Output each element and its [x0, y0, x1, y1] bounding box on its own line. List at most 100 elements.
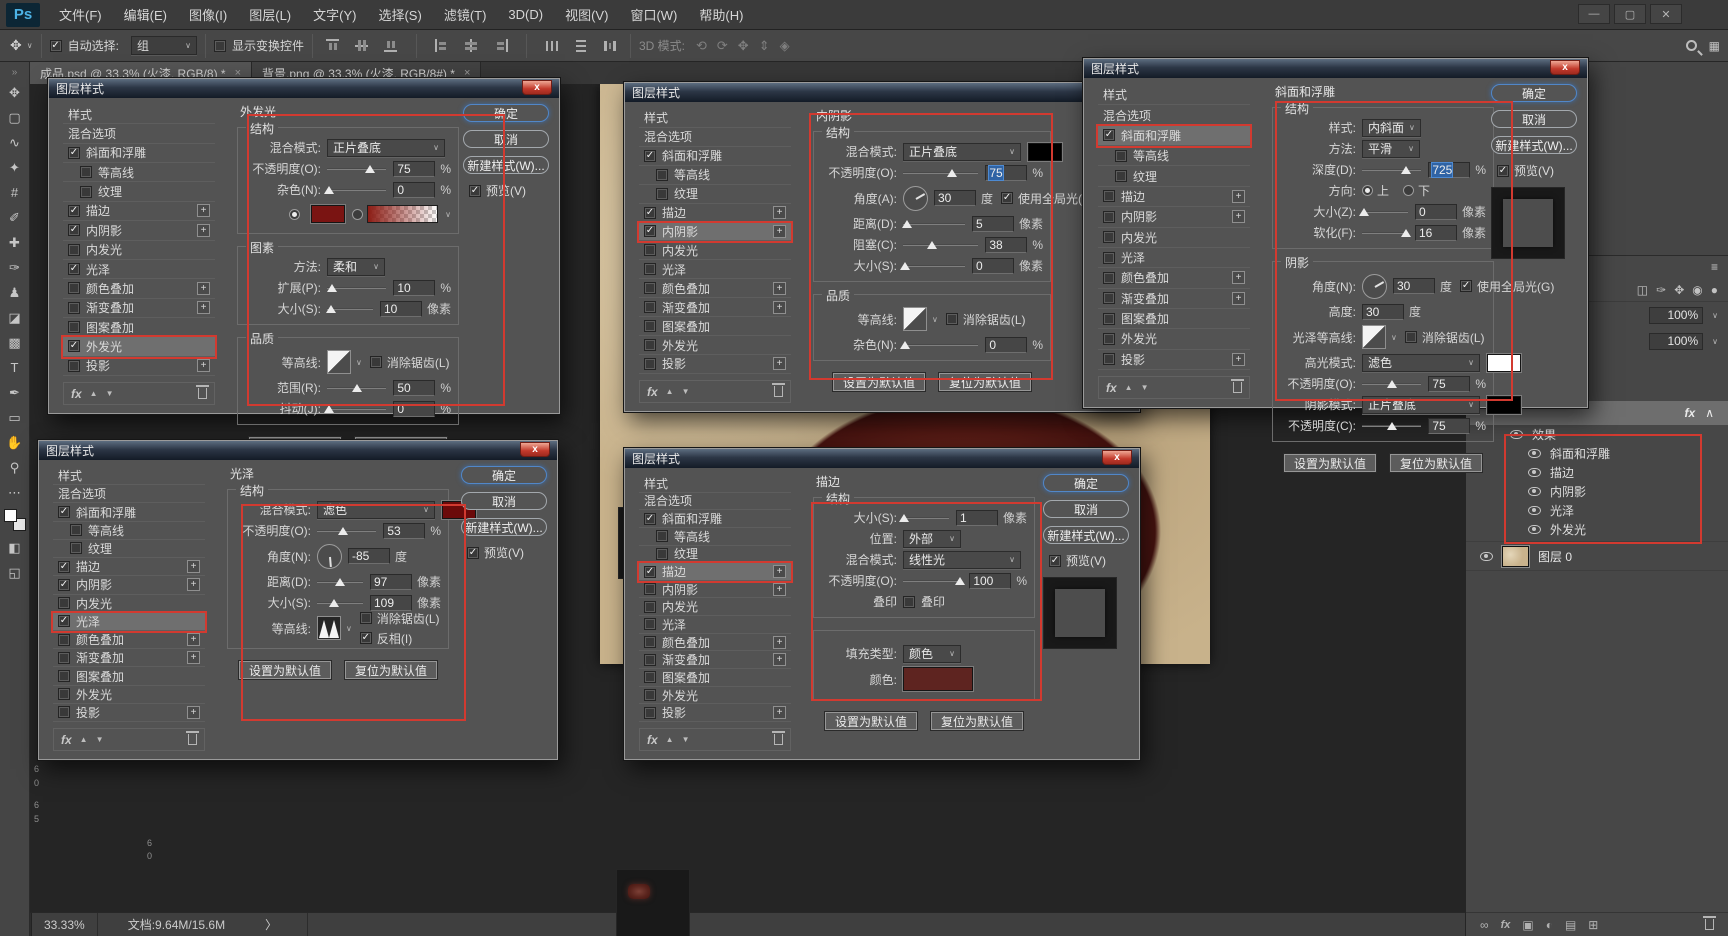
close-button[interactable]: x	[522, 80, 552, 95]
style-checkbox[interactable]	[58, 688, 70, 701]
set-default-button[interactable]: 设置为默认值	[1282, 453, 1378, 473]
delete-style-icon[interactable]	[772, 731, 785, 745]
align-right-icon[interactable]	[493, 39, 508, 52]
style-item-样式[interactable]: 样式	[639, 109, 791, 128]
style-checkbox[interactable]	[68, 146, 80, 159]
close-button[interactable]: x	[520, 442, 550, 457]
style-checkbox[interactable]	[70, 542, 82, 555]
value-field[interactable]: 10	[393, 279, 436, 296]
style-item-描边[interactable]: 描边 +	[639, 204, 791, 223]
new-style-button[interactable]: 新建样式(W)...	[1491, 136, 1577, 154]
use-global-light-checkbox[interactable]	[1001, 192, 1014, 204]
style-checkbox[interactable]	[80, 166, 92, 179]
add-instance-icon[interactable]: +	[773, 582, 786, 596]
slider-thumb[interactable]	[1401, 228, 1412, 237]
color-radio[interactable]	[289, 208, 300, 220]
delete-style-icon[interactable]	[772, 383, 785, 397]
slider-thumb[interactable]	[351, 383, 362, 392]
layer-thumbnail[interactable]	[1501, 544, 1530, 568]
style-item-纹理[interactable]: 纹理	[639, 185, 791, 204]
ok-button[interactable]: 确定	[1043, 474, 1129, 492]
add-instance-icon[interactable]: +	[187, 651, 200, 665]
slider-track[interactable]	[1362, 165, 1422, 174]
style-checkbox[interactable]	[68, 282, 80, 295]
value-field[interactable]: 30	[1393, 278, 1435, 294]
clone-stamp-tool-icon[interactable]: ♟	[2, 280, 28, 305]
slider-thumb[interactable]	[323, 404, 334, 413]
slider-thumb[interactable]	[329, 598, 340, 607]
adjustment-layer-icon[interactable]: ◐	[1546, 918, 1553, 932]
style-item-斜面和浮雕[interactable]: 斜面和浮雕	[53, 503, 205, 522]
style-item-渐变叠加[interactable]: 渐变叠加 +	[639, 651, 791, 670]
style-checkbox[interactable]	[644, 706, 656, 719]
style-checkbox[interactable]	[644, 583, 656, 596]
add-instance-icon[interactable]: +	[1232, 189, 1245, 203]
slider-track[interactable]	[900, 340, 979, 349]
delete-style-icon[interactable]	[1231, 379, 1244, 393]
add-instance-icon[interactable]: +	[1232, 271, 1245, 285]
menu-item-3[interactable]: 图层(L)	[238, 0, 302, 30]
style-item-外发光[interactable]: 外发光	[53, 686, 205, 704]
style-checkbox[interactable]	[58, 560, 70, 573]
set-default-button[interactable]: 设置为默认值	[823, 711, 919, 731]
style-item-混合选项[interactable]: 混合选项	[63, 124, 215, 144]
menu-item-6[interactable]: 滤镜(T)	[433, 0, 498, 30]
chevron-down-icon[interactable]: ∨	[346, 624, 352, 633]
distribute-top-icon[interactable]	[545, 39, 560, 52]
move-tool-icon[interactable]: ✥	[2, 80, 28, 105]
align-bottom-icon[interactable]	[383, 39, 398, 52]
menu-item-8[interactable]: 视图(V)	[554, 0, 619, 30]
chevron-down-icon[interactable]: ∨	[445, 210, 451, 219]
style-item-斜面和浮雕[interactable]: 斜面和浮雕	[1098, 125, 1250, 147]
lock-position-icon[interactable]: ✥	[1674, 283, 1684, 297]
align-top-icon[interactable]	[325, 39, 340, 52]
slider-thumb[interactable]	[364, 164, 375, 173]
style-item-内发光[interactable]: 内发光	[1098, 228, 1250, 248]
style-item-颜色叠加[interactable]: 颜色叠加 +	[639, 634, 791, 652]
foreground-background-swatches[interactable]	[3, 509, 26, 531]
style-checkbox[interactable]	[68, 204, 80, 217]
slider-track[interactable]	[1362, 228, 1412, 237]
contour-swatch[interactable]	[903, 307, 927, 331]
style-checkbox[interactable]	[58, 651, 70, 664]
status-chevron[interactable]: 〉	[265, 916, 277, 933]
value-field[interactable]: 0	[393, 181, 436, 198]
technique-select[interactable]: 柔和 ∨	[327, 257, 385, 276]
value-field[interactable]: 109	[369, 594, 412, 611]
style-item-描边[interactable]: 描边 +	[63, 202, 215, 222]
add-instance-icon[interactable]: +	[773, 653, 786, 667]
style-item-图案叠加[interactable]: 图案叠加	[53, 667, 205, 686]
reset-default-button[interactable]: 复位为默认值	[343, 660, 439, 680]
lock-all-icon[interactable]: ◉	[1692, 283, 1702, 297]
style-checkbox[interactable]	[1103, 210, 1115, 223]
link-layers-icon[interactable]: ∞	[1480, 918, 1489, 932]
slider-track[interactable]	[323, 185, 387, 194]
add-instance-icon[interactable]: +	[1232, 210, 1245, 224]
shadow-mode-select[interactable]: 正片叠底 ∨	[1362, 395, 1480, 414]
gradient-tool-icon[interactable]: ▩	[2, 330, 28, 355]
align-vertical-center-icon[interactable]	[354, 39, 369, 52]
align-horizontal-center-icon[interactable]	[464, 39, 479, 52]
slider-thumb[interactable]	[325, 304, 336, 313]
style-item-纹理[interactable]: 纹理	[1098, 166, 1250, 187]
add-instance-icon[interactable]: +	[773, 706, 786, 720]
eye-icon[interactable]	[1528, 525, 1541, 534]
style-checkbox[interactable]	[644, 263, 656, 276]
value-field[interactable]: 30	[1362, 303, 1404, 320]
add-instance-icon[interactable]: +	[773, 224, 786, 238]
slider-track[interactable]	[317, 526, 377, 535]
angle-dial[interactable]	[903, 185, 928, 211]
direction-radio-0[interactable]	[1362, 185, 1373, 196]
lasso-tool-icon[interactable]: ∿	[2, 130, 28, 155]
fill-field[interactable]: 100%	[1649, 332, 1704, 350]
style-item-颜色叠加[interactable]: 颜色叠加 +	[1098, 268, 1250, 289]
style-item-等高线[interactable]: 等高线	[63, 163, 215, 183]
add-instance-icon[interactable]: +	[1232, 352, 1245, 366]
style-checkbox[interactable]	[68, 301, 80, 314]
style-item-内发光[interactable]: 内发光	[53, 595, 205, 613]
slider-thumb[interactable]	[900, 340, 911, 349]
lock-image-pixels-icon[interactable]: ✑	[1656, 283, 1666, 297]
move-up-icon[interactable]: ▲	[666, 387, 674, 396]
slider-thumb[interactable]	[1358, 207, 1369, 216]
preview-checkbox[interactable]	[1049, 554, 1061, 567]
